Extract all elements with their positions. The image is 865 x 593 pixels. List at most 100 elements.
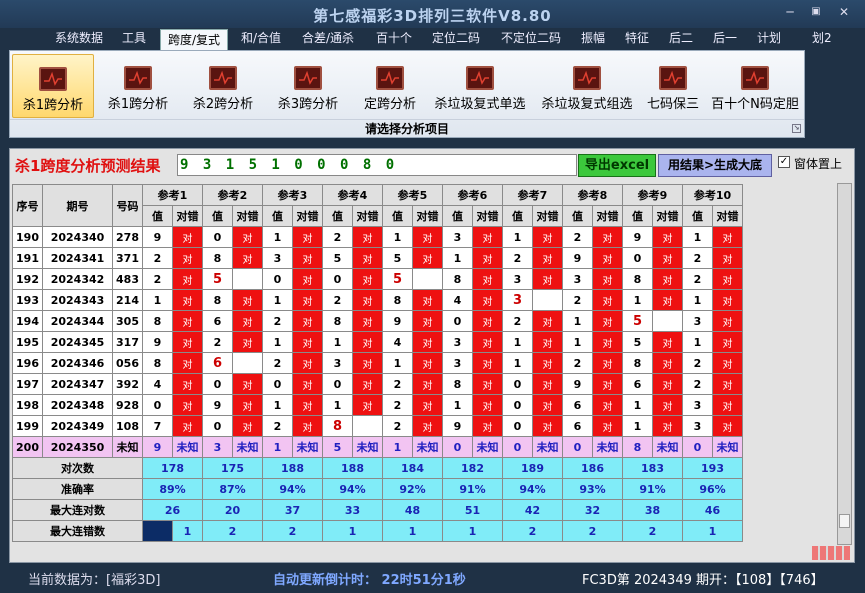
row-seq: 197 bbox=[12, 373, 43, 395]
stats-row: 对次数 178 175 188 188 184 182 189 186 183 193 bbox=[12, 457, 743, 479]
row-value: 1 bbox=[682, 226, 713, 248]
row-result: 对 bbox=[232, 226, 263, 248]
close-button[interactable]: ✕ bbox=[834, 4, 854, 20]
row-value: 9 bbox=[562, 247, 593, 269]
menu-digits[interactable]: 百十个 bbox=[369, 28, 419, 50]
ribbon-kill-junk-group[interactable]: 杀垃圾复式组选 bbox=[536, 54, 638, 118]
table-row[interactable]: 198 2024348 928 0 对 9 对 1 对 1 对 2 对 1 对 0 对 6 对 1 对 3 对 bbox=[12, 394, 743, 416]
row-value: 6 bbox=[202, 310, 233, 332]
table-row[interactable]: 196 2024346 056 8 对 6 2 对 3 对 1 对 3 对 1 对 2 对 8 对 2 对 bbox=[12, 352, 743, 374]
row-value: 2 bbox=[562, 352, 593, 374]
table-row[interactable]: 197 2024347 392 4 对 0 对 0 对 0 对 2 对 8 对 0 对 9 对 6 对 2 对 bbox=[12, 373, 743, 395]
row-result bbox=[532, 289, 563, 311]
row-result: 对 bbox=[232, 373, 263, 395]
row-result: 对 bbox=[232, 289, 263, 311]
table-row[interactable]: 192 2024342 483 2 对 5 0 对 0 对 5 8 对 3 对 3 对 8 对 2 对 bbox=[12, 268, 743, 290]
row-result: 对 bbox=[592, 289, 623, 311]
menu-diff-kill[interactable]: 合差/通杀 bbox=[295, 28, 361, 50]
header-ref: 参考2 bbox=[202, 184, 263, 206]
row-value: 9 bbox=[142, 226, 173, 248]
row-result: 对 bbox=[592, 268, 623, 290]
row-period: 2024349 bbox=[42, 415, 113, 437]
ribbon-kill1-span-analysis[interactable]: 杀1跨分析 bbox=[100, 54, 176, 118]
vertical-scrollbar[interactable] bbox=[837, 183, 852, 545]
ribbon-label: 杀垃圾复式组选 bbox=[541, 97, 633, 112]
table-row[interactable]: 199 2024349 108 7 对 0 对 2 对 8 2 对 9 对 0 对 6 对 1 对 3 对 bbox=[12, 415, 743, 437]
stats-value: 184 bbox=[382, 457, 443, 479]
row-result: 对 bbox=[412, 247, 443, 269]
table-row[interactable]: 191 2024341 371 2 对 8 对 3 对 5 对 5 对 1 对 2 对 9 对 0 对 2 对 bbox=[12, 247, 743, 269]
menu-span-compound[interactable]: 跨度/复式 bbox=[160, 29, 229, 51]
menu-system-data[interactable]: 系统数据 bbox=[48, 28, 110, 50]
menu-amplitude[interactable]: 振幅 bbox=[574, 28, 612, 50]
menu-position-two[interactable]: 定位二码 bbox=[425, 28, 487, 50]
row-result: 对 bbox=[292, 310, 323, 332]
menu-feature[interactable]: 特征 bbox=[618, 28, 656, 50]
result-label: 杀1跨度分析预测结果 bbox=[15, 157, 161, 175]
minimize-button[interactable]: ─ bbox=[780, 4, 800, 20]
table-row[interactable]: 193 2024343 214 1 对 8 对 1 对 2 对 8 对 4 对 3 2 对 1 对 1 对 bbox=[12, 289, 743, 311]
row-value: 0 bbox=[262, 373, 293, 395]
maximize-button[interactable]: ▣ bbox=[806, 4, 826, 20]
menu-sum[interactable]: 和/合值 bbox=[234, 28, 288, 50]
row-result: 对 bbox=[412, 352, 443, 374]
row-value: 4 bbox=[142, 373, 173, 395]
menu-back-one[interactable]: 后一 bbox=[706, 28, 744, 50]
menu-nonposition-two[interactable]: 不定位二码 bbox=[494, 28, 568, 50]
row-result: 对 bbox=[652, 331, 683, 353]
row-result: 对 bbox=[592, 373, 623, 395]
header-number: 号码 bbox=[112, 184, 143, 227]
ribbon-fixed-span-analysis[interactable]: 定跨分析 bbox=[355, 54, 425, 118]
row-value: 0 bbox=[502, 373, 533, 395]
header-ref: 参考9 bbox=[622, 184, 683, 206]
row-result bbox=[352, 415, 383, 437]
row-result: 对 bbox=[472, 247, 503, 269]
scroll-thumb[interactable] bbox=[839, 514, 850, 528]
row-result: 对 bbox=[232, 247, 263, 269]
row-value: 5 bbox=[622, 331, 653, 353]
table-row[interactable]: 200 2024350 未知 9 未知 3 未知 1 未知 5 未知 1 未知 0 未知 0 未知 0 未知 8 未知 0… bbox=[12, 436, 743, 458]
ribbon-seven-code-three[interactable]: 七码保三 bbox=[643, 54, 703, 118]
row-value: 1 bbox=[562, 331, 593, 353]
result-field[interactable]: 9 3 1 5 1 0 0 0 8 0 bbox=[177, 154, 577, 176]
expand-corner-icon[interactable]: ↘ bbox=[792, 124, 801, 133]
row-value: 1 bbox=[442, 247, 473, 269]
ribbon-digit-n-code[interactable]: 百十个N码定胆 bbox=[708, 54, 802, 118]
row-value: 1 bbox=[502, 352, 533, 374]
generate-base-button[interactable]: 用结果>生成大底 bbox=[658, 154, 772, 177]
ribbon-kill1-span-analysis-selected[interactable]: 杀1跨分析 bbox=[12, 54, 94, 118]
table-row[interactable]: 194 2024344 305 8 对 6 对 2 对 8 对 9 对 0 对 2 对 1 对 5 3 对 bbox=[12, 310, 743, 332]
menu-tools[interactable]: 工具 bbox=[115, 28, 153, 50]
row-value: 0 bbox=[622, 247, 653, 269]
row-result: 对 bbox=[652, 268, 683, 290]
header-ref: 参考1 bbox=[142, 184, 203, 206]
stats-value: 2 bbox=[622, 520, 683, 542]
menu-back-two[interactable]: 后二 bbox=[662, 28, 700, 50]
row-value: 1 bbox=[562, 310, 593, 332]
row-value: 5 bbox=[322, 247, 353, 269]
chart-icon bbox=[376, 66, 404, 90]
export-excel-button[interactable]: 导出excel bbox=[578, 154, 656, 177]
row-result: 对 bbox=[712, 310, 743, 332]
row-value: 0 bbox=[322, 373, 353, 395]
row-value: 1 bbox=[262, 394, 293, 416]
table-row[interactable]: 195 2024345 317 9 对 2 对 1 对 1 对 4 对 3 对 1 对 1 对 5 对 1 对 bbox=[12, 331, 743, 353]
ribbon-kill-junk-single[interactable]: 杀垃圾复式单选 bbox=[430, 54, 530, 118]
pin-checkbox[interactable]: ✓ bbox=[778, 156, 790, 168]
row-value: 2 bbox=[682, 352, 713, 374]
row-value: 6 bbox=[562, 415, 593, 437]
ribbon-kill3-span-analysis[interactable]: 杀3跨分析 bbox=[270, 54, 346, 118]
row-result: 对 bbox=[412, 226, 443, 248]
stats-value: 178 bbox=[142, 457, 203, 479]
ribbon-kill2-span-analysis[interactable]: 杀2跨分析 bbox=[185, 54, 261, 118]
row-value: 8 bbox=[382, 289, 413, 311]
stats-value: 48 bbox=[382, 499, 443, 521]
table-row[interactable]: 190 2024340 278 9 对 0 对 1 对 2 对 1 对 3 对 1 对 2 对 9 对 1 对 bbox=[12, 226, 743, 248]
row-result bbox=[412, 268, 443, 290]
menu-plan[interactable]: 计划 bbox=[750, 28, 788, 50]
stats-value: 87% bbox=[202, 478, 263, 500]
row-period: 2024348 bbox=[42, 394, 113, 416]
menu-plan-2[interactable]: 划2 bbox=[805, 28, 839, 50]
header-ref: 参考6 bbox=[442, 184, 503, 206]
header-value: 值 bbox=[382, 205, 413, 227]
